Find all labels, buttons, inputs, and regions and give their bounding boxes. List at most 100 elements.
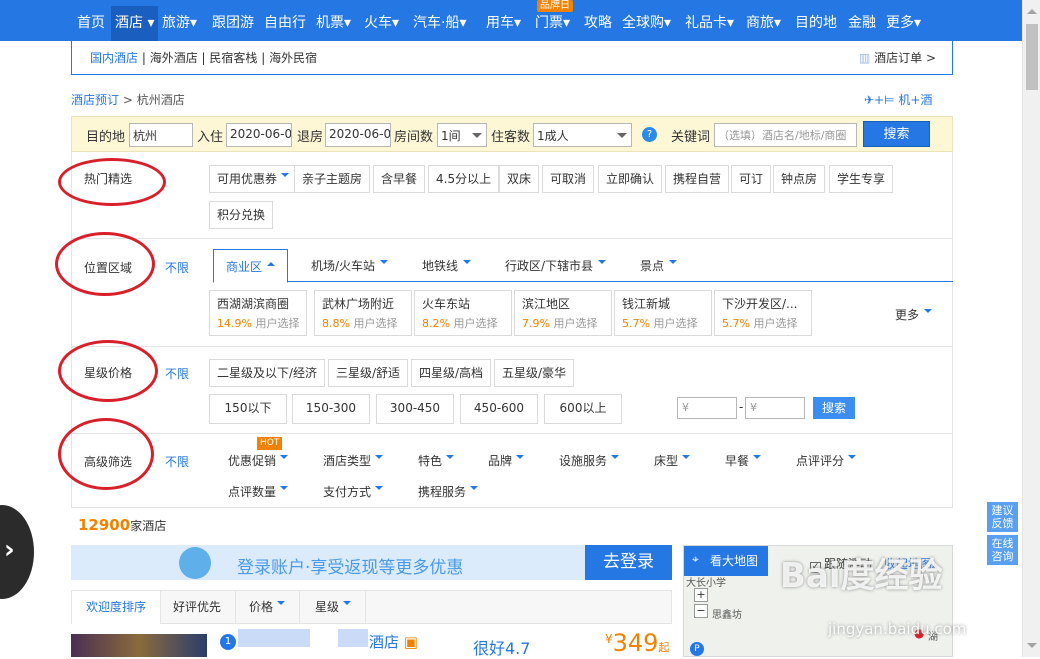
checkin-input[interactable]: 2020-06-06: [226, 123, 292, 147]
price-search-button[interactable]: 搜索: [813, 397, 855, 419]
nav-car[interactable]: 用车▾: [486, 12, 521, 32]
nav-hotel[interactable]: 酒店 ▾: [111, 6, 159, 41]
star-level-luxury[interactable]: 五星级/豪华: [494, 359, 575, 387]
min-price-input[interactable]: ¥: [677, 397, 737, 419]
sort-price[interactable]: 价格: [235, 591, 301, 624]
destination-input[interactable]: 杭州: [129, 123, 193, 147]
nav-business[interactable]: 商旅▾: [746, 12, 781, 32]
nav-finance[interactable]: 金融: [848, 12, 876, 32]
star-unlimited[interactable]: 不限: [165, 365, 189, 382]
nav-global-shop[interactable]: 全球购▾: [622, 12, 671, 32]
hot-tag-breakfast[interactable]: 含早餐: [373, 165, 426, 193]
filter-review-score[interactable]: 点评评分: [796, 452, 856, 469]
star-level-economy[interactable]: 二星级及以下/经济: [209, 359, 326, 387]
hot-tag-points[interactable]: 积分兑换: [209, 201, 274, 229]
tab-business-area[interactable]: 商业区: [213, 249, 289, 283]
sort-rating[interactable]: 好评优先: [159, 591, 237, 624]
tab-overseas-homestay[interactable]: 海外民宿: [269, 51, 317, 65]
online-consult-button[interactable]: 在线咨询: [987, 535, 1018, 565]
filter-promotion[interactable]: 优惠促销: [228, 452, 288, 469]
filter-hotel-type[interactable]: 酒店类型: [323, 452, 383, 469]
zone-card[interactable]: 火车东站 8.2% 用户选择: [414, 290, 512, 336]
star-level-comfort[interactable]: 三星级/舒适: [328, 359, 409, 387]
hotel-list-item[interactable]: 1 酒店 ▣ 很好4.7 ¥349起: [71, 626, 672, 658]
nav-more[interactable]: 更多▾: [886, 12, 921, 32]
filter-feature[interactable]: 特色: [418, 452, 454, 469]
tab-scenic[interactable]: 景点: [640, 257, 677, 274]
checkout-input[interactable]: 2020-06-07: [325, 123, 391, 147]
feedback-button[interactable]: 建议反馈: [987, 502, 1018, 532]
filter-facility[interactable]: 设施服务: [559, 452, 619, 469]
hot-tag-rating[interactable]: 4.5分以上: [428, 165, 500, 193]
nav-gift-card[interactable]: 礼品卡▾: [685, 12, 734, 32]
tab-airport-station[interactable]: 机场/火车站: [311, 257, 388, 274]
nav-train[interactable]: 火车▾: [364, 12, 399, 32]
zone-card[interactable]: 下沙开发区/... 5.7% 用户选择: [714, 290, 812, 336]
nav-more-label: 更多: [886, 15, 914, 31]
scroll-up-icon[interactable]: [1027, 4, 1037, 14]
guests-select[interactable]: 1成人: [533, 123, 632, 147]
nav-travel[interactable]: 旅游▾: [162, 12, 197, 32]
zoom-in-button[interactable]: +: [694, 588, 708, 602]
login-button[interactable]: 去登录: [585, 545, 672, 580]
hot-tag-family-room[interactable]: 亲子主题房: [294, 165, 371, 193]
zone-card[interactable]: 滨江地区 7.9% 用户选择: [514, 290, 612, 336]
nav-guide[interactable]: 攻略: [584, 12, 612, 32]
filter-payment[interactable]: 支付方式: [323, 483, 383, 500]
hotel-image[interactable]: [71, 634, 207, 657]
hot-tag-ctrip-own[interactable]: 携程自营: [665, 165, 730, 193]
zone-card[interactable]: 武林广场附近 8.8% 用户选择: [314, 290, 412, 336]
hot-tag-coupon[interactable]: 可用优惠券: [209, 165, 298, 193]
hotel-name[interactable]: 酒店 ▣: [369, 631, 418, 652]
tab-district[interactable]: 行政区/下辖市县: [505, 257, 606, 274]
zone-card[interactable]: 钱江新城 5.7% 用户选择: [614, 290, 712, 336]
zone-card[interactable]: 西湖湖滨商圈 14.9% 用户选择: [209, 290, 307, 336]
nav-group-tour[interactable]: 跟团游: [212, 12, 254, 32]
next-arrow-button[interactable]: ›: [0, 505, 34, 599]
price-range-300-450[interactable]: 300-450: [376, 394, 454, 424]
scroll-thumb[interactable]: [1026, 24, 1038, 90]
max-price-input[interactable]: ¥: [745, 397, 805, 419]
tab-domestic-hotel[interactable]: 国内酒店: [90, 51, 138, 65]
tab-metro[interactable]: 地铁线: [422, 257, 471, 274]
zoom-out-button[interactable]: −: [694, 604, 708, 618]
filter-ctrip-service[interactable]: 携程服务: [418, 483, 478, 500]
breadcrumb-root[interactable]: 酒店预订: [71, 93, 119, 107]
hot-tag-bookable[interactable]: 可订: [731, 165, 772, 193]
scrollbar[interactable]: [1022, 0, 1040, 657]
price-range-600[interactable]: 600以上: [544, 394, 622, 424]
search-button[interactable]: 搜索: [863, 121, 930, 147]
nav-bus-ship[interactable]: 汽车·船▾: [413, 12, 466, 32]
rooms-select[interactable]: 1间: [437, 123, 487, 147]
nav-ticket[interactable]: 门票▾: [535, 12, 570, 32]
star-level-premium[interactable]: 四星级/高档: [411, 359, 492, 387]
tab-overseas-hotel[interactable]: 海外酒店: [150, 51, 198, 65]
price-range-150[interactable]: 150以下: [209, 394, 287, 424]
advanced-unlimited[interactable]: 不限: [165, 453, 189, 470]
sort-popularity[interactable]: 欢迎度排序: [72, 591, 162, 624]
price-range-150-300[interactable]: 150-300: [292, 394, 370, 424]
hot-tag-instant-confirm[interactable]: 立即确认: [598, 165, 663, 193]
price-range-450-600[interactable]: 450-600: [460, 394, 538, 424]
nav-destination[interactable]: 目的地: [795, 12, 837, 32]
keyword-input[interactable]: （选填）酒店名/地标/商圈: [714, 123, 857, 147]
hot-tag-twin-bed[interactable]: 双床: [499, 165, 540, 193]
hotel-order-link[interactable]: ▥ 酒店订单 >: [859, 49, 936, 66]
nav-free-tour[interactable]: 自由行: [264, 12, 306, 32]
nav-home[interactable]: 首页: [77, 12, 105, 32]
filter-breakfast[interactable]: 早餐: [725, 452, 761, 469]
flight-hotel-link[interactable]: ✈+⊨ 机+酒: [864, 91, 932, 108]
hot-tag-cancelable[interactable]: 可取消: [542, 165, 595, 193]
zone-more-button[interactable]: 更多: [895, 306, 932, 323]
hot-tag-hourly-room[interactable]: 钟点房: [773, 165, 826, 193]
location-unlimited[interactable]: 不限: [165, 259, 189, 276]
tab-inn[interactable]: 民宿客栈: [209, 51, 257, 65]
filter-brand[interactable]: 品牌: [488, 452, 524, 469]
filter-review-count[interactable]: 点评数量: [228, 483, 288, 500]
filter-bed-type[interactable]: 床型: [654, 452, 690, 469]
help-icon[interactable]: ?: [642, 127, 657, 142]
hot-tag-student[interactable]: 学生专享: [829, 165, 894, 193]
nav-flight[interactable]: 机票▾: [316, 12, 351, 32]
scroll-down-icon[interactable]: [1027, 643, 1037, 653]
sort-star[interactable]: 星级: [301, 591, 367, 624]
